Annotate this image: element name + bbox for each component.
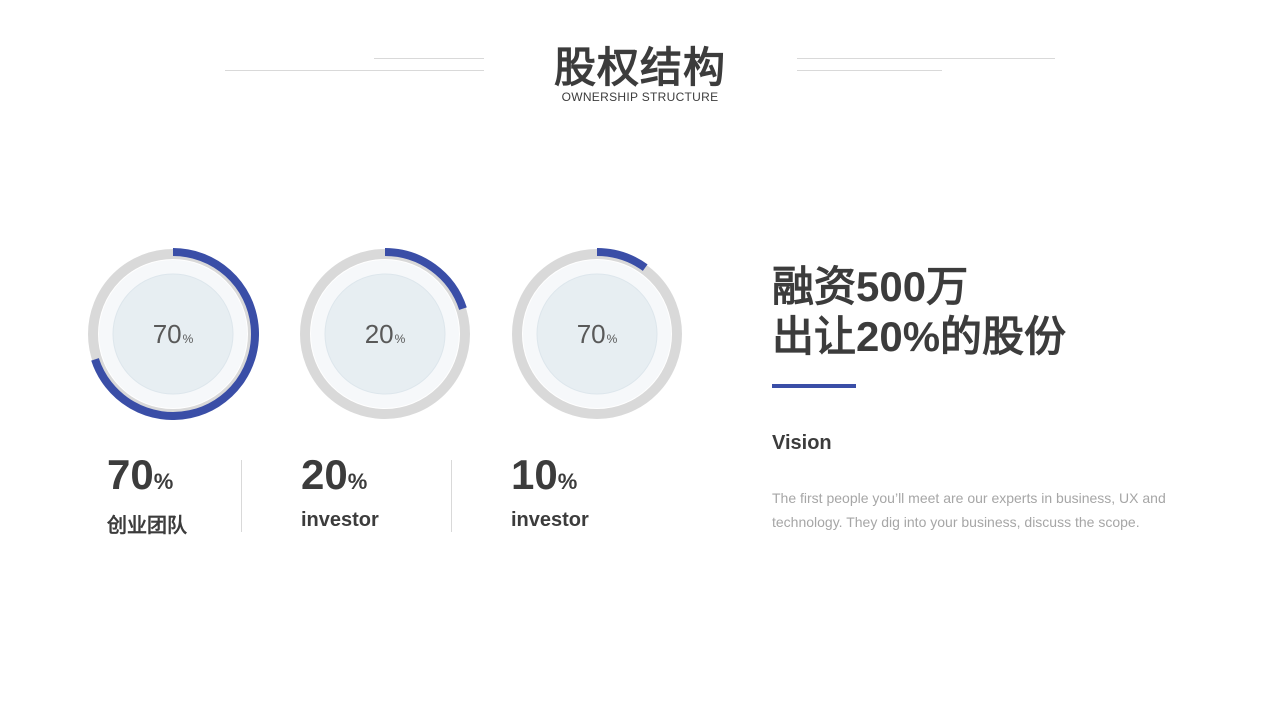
stat-block-3: 10% investor [511, 452, 589, 532]
stat-number-3: 10 [511, 451, 558, 498]
stat-number-2: 20 [301, 451, 348, 498]
donut-unit-1: % [182, 332, 194, 346]
stat-block-1: 70% 创业团队 [107, 452, 187, 538]
page-subtitle: OWNERSHIP STRUCTURE [561, 90, 719, 104]
donut-value-3: 70 [576, 318, 606, 349]
donut-chart-1: 70% [87, 248, 259, 420]
donut-center-label-1: 70% [87, 248, 259, 420]
headline: 融资500万 出让20%的股份 [772, 262, 1066, 362]
stat-divider-2 [451, 460, 452, 532]
donut-value-1: 70 [152, 318, 182, 349]
donut-chart-2: 20% [299, 248, 471, 420]
donut-center-label-2: 20% [299, 248, 471, 420]
stat-value-2: 20% [301, 452, 379, 505]
stat-value-3: 10% [511, 452, 589, 505]
donut-center-label-3: 70% [511, 248, 683, 420]
headline-line-1: 融资500万 [772, 263, 969, 310]
donut-unit-3: % [606, 332, 618, 346]
donut-value-2: 20 [364, 318, 394, 349]
headline-line-2: 出让20%的股份 [772, 313, 1067, 360]
stat-label-3: investor [511, 509, 589, 531]
accent-bar [772, 384, 856, 388]
stat-label-2: investor [301, 509, 379, 531]
vision-body: The first people you’ll meet are our exp… [772, 490, 1166, 530]
donut-unit-2: % [394, 332, 406, 346]
stat-block-2: 20% investor [301, 452, 379, 532]
stat-divider-1 [241, 460, 242, 532]
donut-chart-3: 70% [511, 248, 683, 420]
vision-title: Vision [772, 432, 832, 454]
stat-unit-1: % [153, 469, 174, 494]
stat-unit-2: % [347, 469, 368, 494]
stat-number-1: 70 [107, 451, 154, 498]
page-title: 股权结构 [553, 44, 726, 91]
stat-label-1: 创业团队 [107, 515, 187, 537]
stat-value-1: 70% [107, 452, 187, 505]
stat-unit-3: % [557, 469, 578, 494]
